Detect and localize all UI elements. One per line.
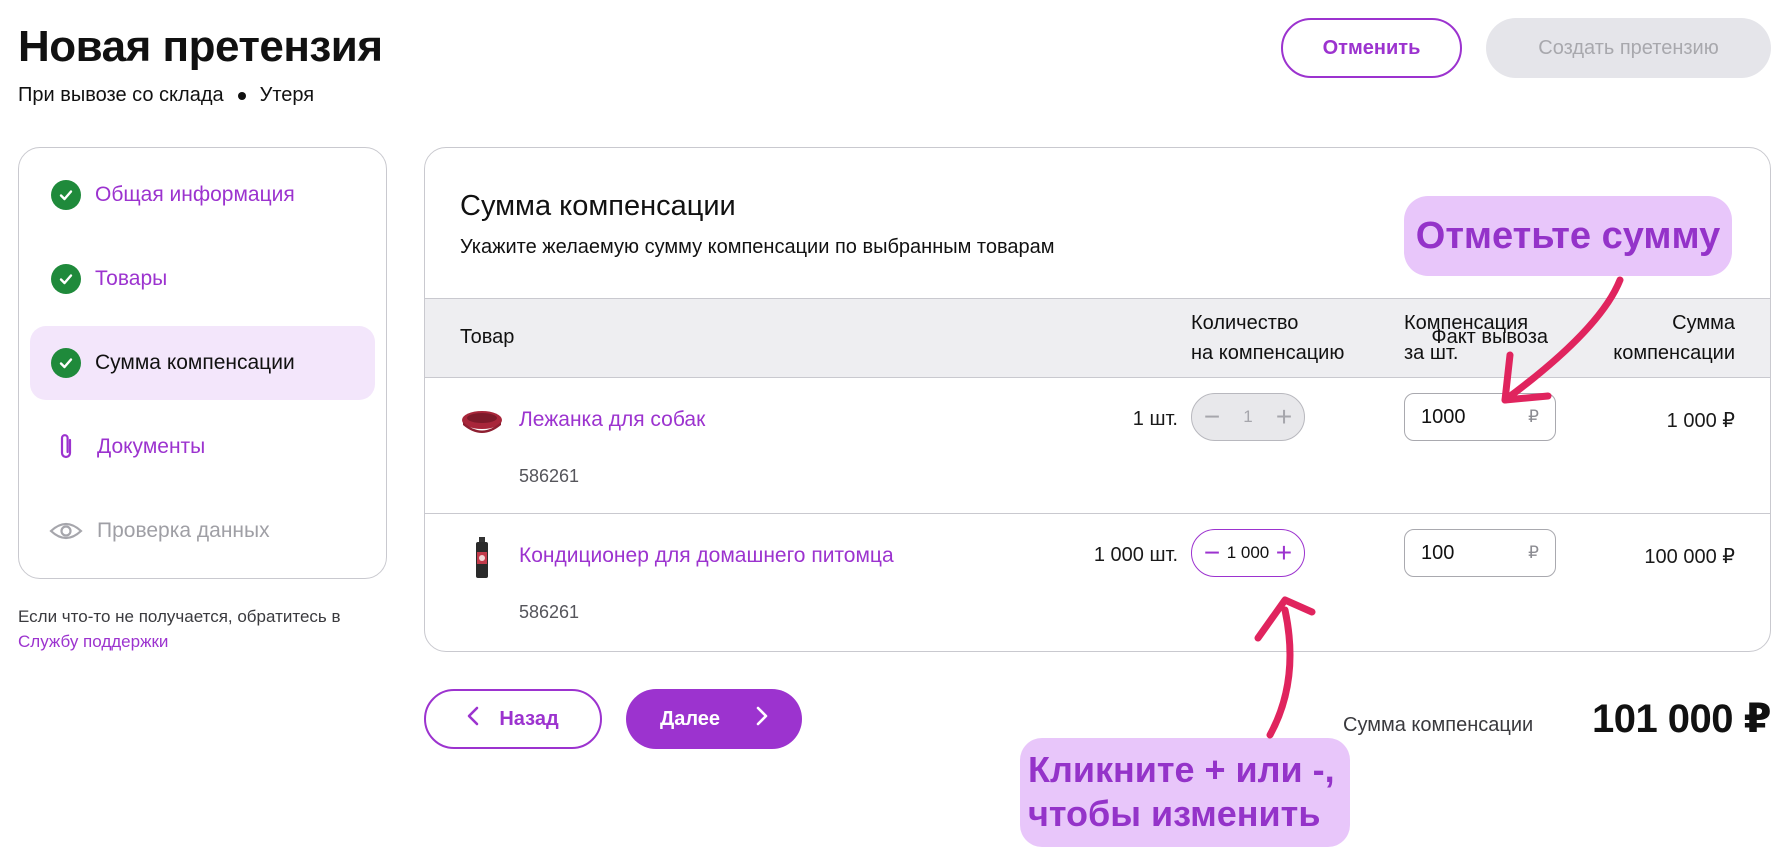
product-sku: 586261 (519, 466, 580, 486)
step-label: Товары (95, 267, 168, 290)
ruble-icon: ₽ (1528, 543, 1539, 562)
plus-icon: + (1275, 401, 1293, 432)
step-review: Проверка данных (30, 494, 375, 568)
support-hint-text: Если что-то не получается, обратитесь в (18, 607, 341, 626)
cancel-button[interactable]: Отменить (1281, 18, 1462, 78)
claim-reason: Утеря (259, 84, 315, 106)
quantity-stepper[interactable]: − 1 000 + (1191, 529, 1305, 577)
column-header-sum: Сумма компенсации (1613, 308, 1735, 368)
column-header-qty: Количество на компенсацию (1191, 308, 1344, 368)
paperclip-icon (49, 432, 83, 462)
table-header: Товар Факт вывоза Количество на компенса… (425, 298, 1770, 378)
next-button[interactable]: Далее (626, 689, 802, 749)
row-sum: 100 000 ₽ (1644, 546, 1735, 568)
minus-icon: − (1203, 401, 1221, 432)
tip-line: Кликните + или -, (1028, 749, 1335, 790)
row-sum: 1 000 ₽ (1666, 410, 1735, 432)
comp-header-line2: за шт. (1404, 342, 1459, 364)
quantity-stepper: − 1 + (1191, 393, 1305, 441)
sum-header-line1: Сумма (1672, 312, 1735, 334)
price-input[interactable] (1421, 405, 1501, 429)
column-header-compensation: Компенсация за шт. (1404, 308, 1528, 368)
price-field[interactable]: ₽ (1404, 529, 1556, 577)
total-label: Сумма компенсации (1343, 714, 1534, 736)
quantity-value: 1 (1243, 407, 1253, 426)
total-value: 101 000 ₽ (1591, 697, 1772, 741)
step-general-info[interactable]: Общая информация (30, 158, 375, 232)
panel-description: Укажите желаемую сумму компенсации по вы… (460, 236, 1055, 258)
qty-header-line2: на компенсацию (1191, 342, 1345, 364)
back-label: Назад (499, 707, 559, 730)
fact-quantity: 1 шт. (1132, 408, 1178, 430)
step-goods[interactable]: Товары (30, 242, 375, 316)
chevron-left-icon (467, 706, 479, 732)
check-icon (51, 348, 81, 378)
step-documents[interactable]: Документы (30, 410, 375, 484)
price-input[interactable] (1421, 541, 1501, 565)
tip-mark-sum: Отметьте сумму (1404, 196, 1732, 276)
tip-click-plus-minus: Кликните + или -, чтобы изменить (1020, 738, 1350, 847)
product-name-link[interactable]: Лежанка для собак (519, 408, 705, 432)
qty-header-line1: Количество (1191, 312, 1299, 334)
claim-type: При вывозе со склада (18, 84, 224, 106)
tip-line: чтобы изменить (1028, 793, 1321, 834)
quantity-value: 1 000 (1226, 543, 1270, 562)
back-button[interactable]: Назад (424, 689, 602, 749)
plus-icon[interactable]: + (1272, 539, 1296, 567)
separator-dot (237, 91, 246, 100)
fact-quantity: 1 000 шт. (1093, 544, 1178, 566)
step-label: Сумма компенсации (95, 351, 295, 374)
create-claim-button[interactable]: Создать претензию (1486, 18, 1771, 78)
ruble-icon: ₽ (1528, 407, 1539, 426)
step-label: Общая информация (95, 183, 295, 206)
table-row: Лежанка для собак 586261 1 шт. − 1 + ₽ 1… (425, 378, 1770, 514)
claim-subtitle: При вывозе со склада Утеря (18, 84, 314, 107)
product-sku: 586261 (519, 602, 580, 622)
step-label: Документы (97, 435, 206, 458)
eye-icon (49, 516, 83, 546)
minus-icon[interactable]: − (1200, 539, 1224, 567)
support-link[interactable]: Службу поддержки (18, 632, 168, 651)
chevron-right-icon (756, 706, 768, 732)
sum-header-line2: компенсации (1613, 342, 1735, 364)
price-field[interactable]: ₽ (1404, 393, 1556, 441)
step-label: Проверка данных (97, 519, 270, 542)
check-icon (51, 264, 81, 294)
check-icon (51, 180, 81, 210)
support-hint: Если что-то не получается, обратитесь в … (18, 604, 388, 654)
page-title: Новая претензия (18, 22, 383, 71)
panel-title: Сумма компенсации (460, 190, 736, 222)
dog-bed-image (460, 400, 504, 444)
comp-header-line1: Компенсация (1404, 312, 1529, 334)
next-label: Далее (659, 707, 721, 730)
pet-conditioner-bottle-image (460, 536, 504, 580)
product-name-link[interactable]: Кондиционер для домашнего питомца (519, 544, 894, 568)
steps-sidebar: Общая информация Товары Сумма компенсаци… (18, 147, 387, 579)
table-row: Кондиционер для домашнего питомца 586261… (425, 514, 1770, 650)
step-compensation[interactable]: Сумма компенсации (30, 326, 375, 400)
column-header-goods: Товар (460, 326, 515, 348)
